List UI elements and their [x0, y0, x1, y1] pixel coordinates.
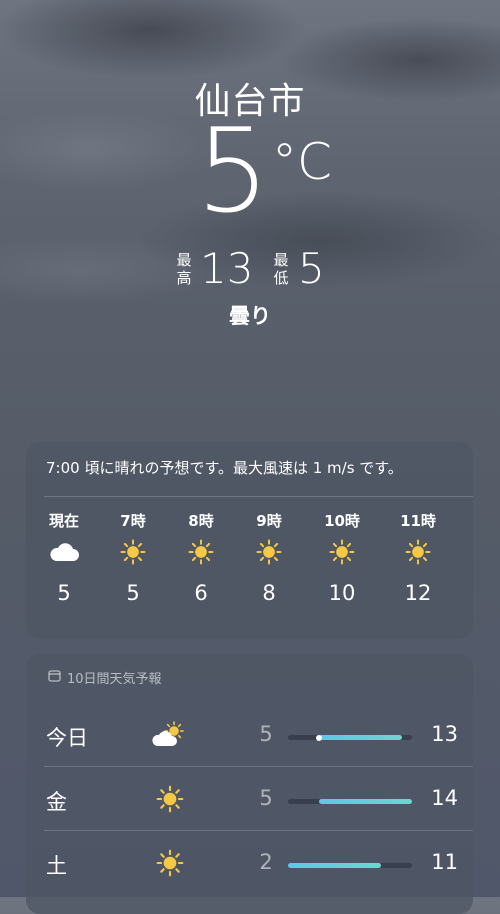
- temp-range-bar: [288, 734, 412, 741]
- hourly-time: 現在: [48, 512, 79, 530]
- high-temp: 13: [431, 722, 458, 746]
- low-value: 5: [298, 244, 325, 293]
- condition-text: 曇り: [229, 304, 271, 328]
- calendar-icon: [48, 669, 61, 686]
- hourly-time: 7時: [120, 512, 146, 530]
- hourly-item: 11時 12: [388, 510, 448, 610]
- temperature-value: 5: [196, 104, 270, 239]
- current-temp-dot: [316, 734, 322, 741]
- day-label: 金: [46, 790, 67, 814]
- low-label: 最低: [273, 251, 289, 287]
- divider: [44, 496, 473, 497]
- hourly-summary: 7:00 頃に晴れの予想です。最大風速は 1 m/s です。: [46, 459, 403, 477]
- hourly-temp: 5: [57, 581, 71, 605]
- high-temp: 11: [431, 850, 458, 874]
- hourly-item: 10時 10: [312, 510, 372, 610]
- hourly-temp: 10: [328, 581, 356, 605]
- high-value: 13: [200, 244, 254, 293]
- daily-row[interactable]: 金 5 14: [26, 766, 473, 830]
- temperature-unit: °C: [272, 133, 332, 191]
- temp-range-fill: [319, 735, 402, 740]
- hourly-forecast-card[interactable]: 7:00 頃に晴れの予想です。最大風速は 1 m/s です。 現在 5 7時 5…: [26, 442, 473, 639]
- current-temperature: 5 °C: [0, 112, 500, 242]
- cloud-icon: [34, 532, 94, 572]
- temp-range-bar: [288, 799, 412, 804]
- temp-range-fill: [288, 863, 381, 868]
- low-temp: 5: [259, 786, 273, 810]
- sun-icon: [171, 532, 231, 572]
- hourly-item: 9時 8: [239, 510, 299, 610]
- daily-row[interactable]: 今日 5 13: [26, 702, 473, 766]
- hourly-temp: 6: [194, 581, 208, 605]
- low-temp: 5: [259, 722, 273, 746]
- high-label: 最高: [176, 251, 192, 287]
- sun-icon: [312, 532, 372, 572]
- daily-forecast-card[interactable]: 10日間天気予報 今日 5 13 金 5 14 土 2 11: [26, 654, 473, 914]
- day-label: 今日: [46, 726, 88, 750]
- sun-icon: [152, 846, 188, 880]
- high-low: 最高 13 最低 5: [0, 244, 500, 297]
- low-temp: 2: [259, 850, 273, 874]
- sun-icon: [103, 532, 163, 572]
- high-temp: 14: [431, 786, 458, 810]
- sun-icon: [388, 532, 448, 572]
- hourly-item: 現在 5: [34, 510, 94, 610]
- hourly-item: 7時 5: [103, 510, 163, 610]
- hourly-temp: 12: [404, 581, 432, 605]
- day-label: 土: [46, 854, 67, 878]
- sun-icon: [152, 782, 188, 816]
- daily-title-text: 10日間天気予報: [67, 672, 162, 687]
- temp-range-bar: [288, 863, 412, 868]
- hourly-temp: 8: [262, 581, 276, 605]
- hourly-time: 9時: [256, 512, 282, 530]
- hourly-temp: 5: [126, 581, 140, 605]
- daily-row[interactable]: 土 2 11: [26, 830, 473, 894]
- hourly-time: 8時: [188, 512, 214, 530]
- partly-cloudy-icon: [152, 718, 188, 752]
- hourly-item: 8時 6: [171, 510, 231, 610]
- temp-range-fill: [319, 799, 412, 804]
- hourly-time: 11時: [400, 512, 436, 530]
- sun-icon: [239, 532, 299, 572]
- daily-forecast-title: 10日間天気予報: [48, 668, 162, 687]
- hourly-time: 10時: [324, 512, 360, 530]
